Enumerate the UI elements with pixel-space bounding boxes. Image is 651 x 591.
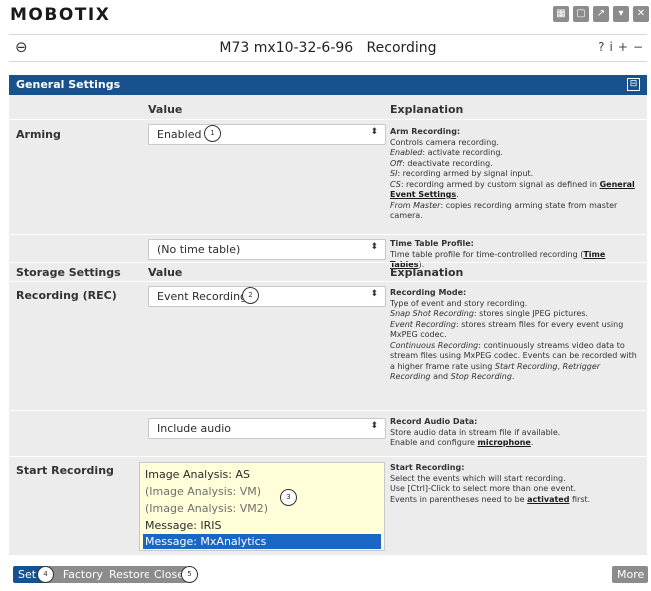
start-recording-listbox[interactable]: Image Analysis: AS (Image Analysis: VM) … <box>139 462 385 551</box>
callout-marker: 4 <box>37 566 54 583</box>
callout-marker: 3 <box>280 489 297 506</box>
exp-line: Controls camera recording. <box>390 137 499 147</box>
expand-icon[interactable]: + <box>618 40 628 54</box>
panel-title: General Settings <box>16 78 121 91</box>
external-link-icon[interactable]: ↗ <box>593 6 609 22</box>
event-option[interactable]: (Image Analysis: VM2) <box>145 502 268 515</box>
exp-title: Recording Mode: <box>390 288 467 297</box>
start-recording-label: Start Recording <box>16 464 114 477</box>
audio-row: Include audio ⬍ Record Audio Data: Store… <box>9 410 647 456</box>
select-arrow-icon: ⬍ <box>370 421 378 431</box>
select-arrow-icon: ⬍ <box>370 242 378 252</box>
timetable-row: (No time table) ⬍ Time Table Profile: Ti… <box>9 234 647 269</box>
help-icon[interactable]: ? <box>598 40 604 54</box>
top-icon-group: ▦ ▢ ↗ ▾ ✕ <box>553 6 649 22</box>
audio-value: Include audio <box>157 422 232 435</box>
page-title: M73 mx10-32-6-96 Recording <box>219 40 437 56</box>
exp-title: Arm Recording: <box>390 127 461 136</box>
arming-label: Arming <box>16 128 61 141</box>
exp-line: Type of event and story recording. <box>390 298 528 308</box>
event-option[interactable]: Image Analysis: AS <box>145 468 250 481</box>
restore-button[interactable]: Restore <box>104 566 152 583</box>
panel-collapse-icon[interactable]: ⊟ <box>627 78 640 91</box>
arming-value: Enabled <box>157 128 202 141</box>
storage-value-header: Value <box>148 266 183 279</box>
callout-marker: 2 <box>242 287 259 304</box>
recording-mode-value: Event Recording <box>157 290 248 303</box>
timetable-value: (No time table) <box>157 243 241 256</box>
exp-line: SI: recording armed by signal input. <box>390 169 534 178</box>
info-icon[interactable]: i <box>610 40 613 54</box>
exp-line: Snap Shot Recording: stores single JPEG … <box>390 309 588 318</box>
title-icon-group: ? i + − <box>598 40 643 54</box>
microphone-link[interactable]: microphone <box>478 438 531 447</box>
exp-line: Store audio data in stream file if avail… <box>390 427 561 437</box>
audio-explanation: Record Audio Data: Store audio data in s… <box>390 417 642 449</box>
exp-title: Time Table Profile: <box>390 239 474 248</box>
exp-line: Continuous Recording: continuously strea… <box>390 340 637 382</box>
storage-label: Storage Settings <box>16 266 121 279</box>
explanation-header: Explanation <box>390 103 464 116</box>
top-bar: MOBOTIX ▦ ▢ ↗ ▾ ✕ <box>0 0 651 30</box>
storage-explanation-header: Explanation <box>390 266 464 279</box>
value-header: Value <box>148 103 183 116</box>
activated-link[interactable]: activated <box>527 495 569 504</box>
recording-label: Recording (REC) <box>16 289 117 302</box>
timetable-select[interactable]: (No time table) ⬍ <box>148 239 386 260</box>
exp-line: Enable and configure microphone. <box>390 438 534 447</box>
exp-line: Select the events which will start recor… <box>390 473 566 483</box>
storage-header-row: Storage Settings Value Explanation <box>9 262 647 281</box>
select-arrow-icon: ⬍ <box>370 127 378 137</box>
chevron-down-icon[interactable]: ▾ <box>613 6 629 22</box>
exp-line: From Master: copies recording arming sta… <box>390 200 618 221</box>
more-button[interactable]: More <box>612 566 648 583</box>
recording-row: Recording (REC) Event Recording ⬍ 2 Reco… <box>9 281 647 410</box>
exp-title: Start Recording: <box>390 463 465 472</box>
event-option-selected[interactable]: Message: MxAnalytics <box>143 534 381 549</box>
exp-line: Off: deactivate recording. <box>390 158 493 168</box>
exp-line: Events in parentheses need to be activat… <box>390 494 591 504</box>
arming-explanation: Arm Recording: Controls camera recording… <box>390 127 642 222</box>
arming-select[interactable]: Enabled ⬍ <box>148 124 386 145</box>
mobotix-logo: MOBOTIX <box>10 5 111 25</box>
exp-title: Record Audio Data: <box>390 417 478 426</box>
exp-line: Use [Ctrl]-Click to select more than one… <box>390 484 577 493</box>
start-recording-explanation: Start Recording: Select the events which… <box>390 463 642 505</box>
arming-row: Arming Enabled ⬍ 1 Arm Recording: Contro… <box>9 119 647 235</box>
exp-line: CS: recording armed by custom signal as … <box>390 179 635 200</box>
button-bar: Set Factory Restore Close More 4 5 <box>9 566 648 586</box>
audio-select[interactable]: Include audio ⬍ <box>148 418 386 439</box>
grid-icon[interactable]: ▦ <box>553 6 569 22</box>
event-option[interactable]: Message: IRIS <box>145 519 222 532</box>
recording-mode-select[interactable]: Event Recording ⬍ <box>148 286 386 307</box>
callout-marker: 5 <box>181 566 198 583</box>
exp-line: Enabled: activate recording. <box>390 148 503 157</box>
recording-explanation: Recording Mode: Type of event and story … <box>390 288 642 383</box>
event-option[interactable]: (Image Analysis: VM) <box>145 485 261 498</box>
collapse-icon[interactable]: − <box>633 40 643 54</box>
window-icon[interactable]: ▢ <box>573 6 589 22</box>
panel-header: General Settings ⊟ <box>9 75 647 95</box>
exp-line: Event Recording: stores stream files for… <box>390 319 624 340</box>
select-arrow-icon: ⬍ <box>370 289 378 299</box>
callout-marker: 1 <box>204 125 221 142</box>
title-bar: ⊖ M73 mx10-32-6-96 Recording ? i + − <box>9 34 647 62</box>
close-icon[interactable]: ✕ <box>633 6 649 22</box>
